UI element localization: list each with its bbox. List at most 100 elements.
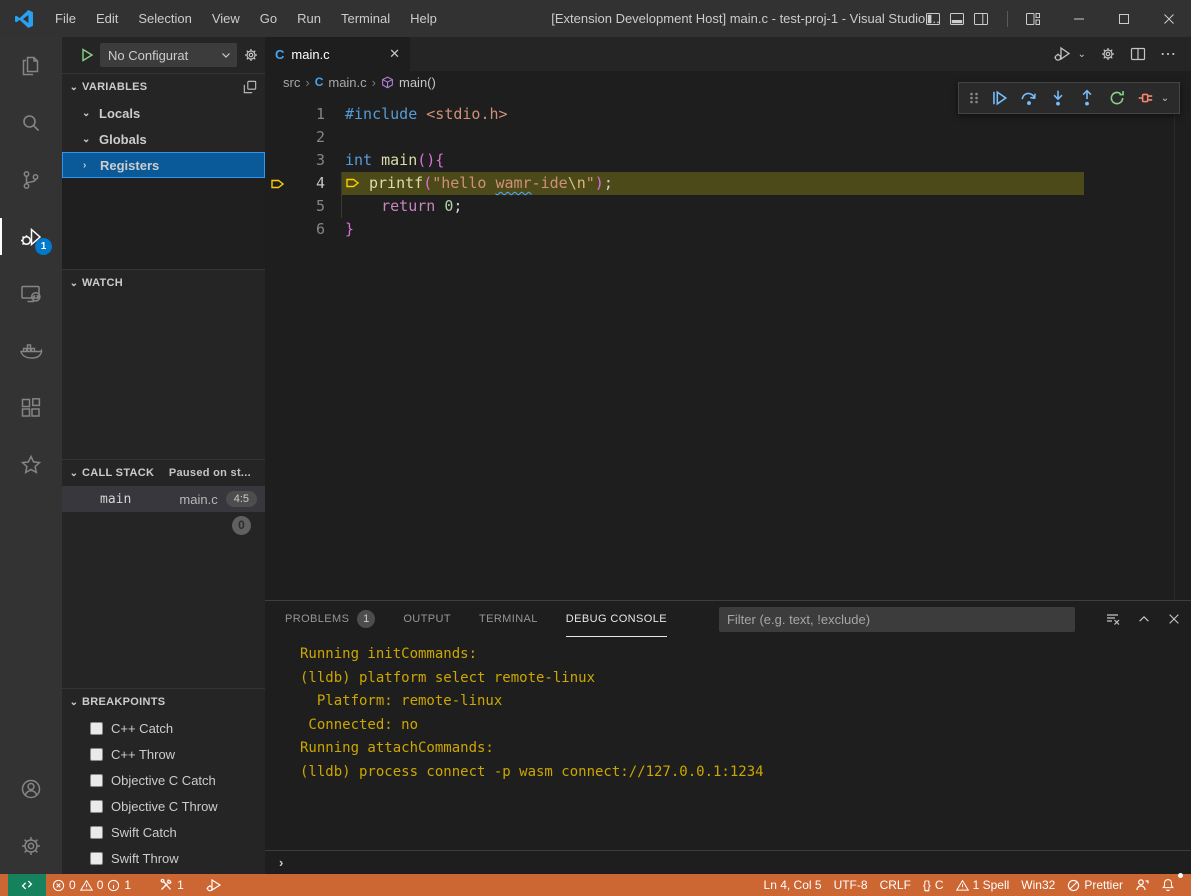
run-and-debug-icon[interactable]: 1 — [0, 208, 62, 265]
breakpoint-checkbox[interactable] — [90, 774, 103, 787]
menu-item[interactable]: Selection — [128, 0, 201, 37]
debug-console-output[interactable]: Running initCommands:(lldb) platform sel… — [265, 637, 1191, 850]
watch-header[interactable]: ⌄ WATCH — [62, 270, 265, 296]
breadcrumb-symbol[interactable]: main() — [399, 75, 436, 90]
toggle-panel-icon[interactable] — [949, 11, 965, 27]
toolchain-status[interactable]: 1 — [153, 874, 190, 896]
menu-item[interactable]: View — [202, 0, 250, 37]
start-debug-icon[interactable] — [80, 48, 94, 62]
variables-item-locals[interactable]: ⌄ Locals — [62, 100, 265, 126]
eol-indicator[interactable]: CRLF — [874, 874, 917, 896]
menu-item[interactable]: Help — [400, 0, 447, 37]
remote-explorer-icon[interactable] — [0, 265, 62, 322]
formatter-status[interactable]: Prettier — [1061, 874, 1129, 896]
minimize-button[interactable] — [1056, 0, 1101, 37]
step-out-icon[interactable] — [1078, 89, 1096, 107]
close-panel-icon[interactable] — [1167, 612, 1181, 626]
chevron-down-icon[interactable]: ⌄ — [1161, 93, 1169, 104]
tab-problems[interactable]: PROBLEMS 1 — [285, 601, 375, 637]
breakpoint-row[interactable]: Swift Catch — [62, 819, 265, 845]
tab-debug-console[interactable]: DEBUG CONSOLE — [566, 601, 667, 637]
tab-terminal[interactable]: TERMINAL — [479, 601, 538, 637]
code-editor[interactable]: 1#include <stdio.h>23int main(){4printf(… — [265, 93, 1191, 600]
variables-item-globals[interactable]: ⌄ Globals — [62, 126, 265, 152]
menu-item[interactable]: Go — [250, 0, 287, 37]
explorer-icon[interactable] — [0, 37, 62, 94]
source-control-icon[interactable] — [0, 151, 62, 208]
extensions-icon[interactable] — [0, 379, 62, 436]
breakpoint-row[interactable]: C++ Catch — [62, 715, 265, 741]
encoding-indicator[interactable]: UTF-8 — [828, 874, 874, 896]
toggle-sidebar-icon[interactable] — [925, 11, 941, 27]
paused-breakpoint-arrow-icon[interactable] — [265, 172, 291, 195]
code-line-4[interactable]: 4printf("hello wamr-ide\n"); — [265, 172, 1191, 195]
breakpoint-checkbox[interactable] — [90, 722, 103, 735]
glyph-margin[interactable] — [265, 218, 291, 241]
breakpoint-row[interactable]: Swift Throw — [62, 845, 265, 871]
code-line-6[interactable]: 6} — [265, 218, 1191, 241]
toolbar-grip-icon[interactable] — [969, 90, 979, 106]
notifications-bell-icon[interactable] — [1155, 874, 1181, 896]
settings-gear-icon[interactable] — [0, 817, 62, 874]
remote-indicator[interactable] — [8, 874, 46, 896]
overview-ruler[interactable] — [1174, 93, 1175, 600]
code-line-2[interactable]: 2 — [265, 126, 1191, 149]
glyph-margin[interactable] — [265, 149, 291, 172]
feedback-person-icon[interactable] — [1129, 874, 1155, 896]
problems-status[interactable]: 0 0 1 — [46, 874, 137, 896]
call-stack-header[interactable]: ⌄ CALL STACK Paused on st... — [62, 460, 265, 486]
star-icon[interactable] — [0, 436, 62, 493]
search-icon[interactable] — [0, 94, 62, 151]
console-filter-input[interactable] — [719, 607, 1075, 632]
toggle-secondary-sidebar-icon[interactable] — [973, 11, 989, 27]
run-or-debug-icon[interactable] — [1054, 46, 1072, 62]
close-tab-icon[interactable]: ✕ — [389, 46, 400, 62]
customize-layout-icon[interactable] — [1018, 0, 1048, 37]
maximize-button[interactable] — [1101, 0, 1146, 37]
variables-item-registers[interactable]: › Registers — [62, 152, 265, 178]
breakpoint-checkbox[interactable] — [90, 748, 103, 761]
cursor-position[interactable]: Ln 4, Col 5 — [758, 874, 828, 896]
disconnect-icon[interactable] — [1137, 89, 1155, 107]
copy-icon[interactable] — [243, 80, 257, 94]
debug-console-input[interactable]: › — [265, 850, 1191, 874]
gear-icon[interactable] — [1100, 46, 1116, 62]
menu-item[interactable]: Edit — [86, 0, 128, 37]
maximize-panel-icon[interactable] — [1137, 612, 1151, 626]
tab-output[interactable]: OUTPUT — [403, 601, 451, 637]
breakpoint-row[interactable]: Objective C Catch — [62, 767, 265, 793]
step-over-icon[interactable] — [1020, 89, 1038, 107]
platform-indicator[interactable]: Win32 — [1015, 874, 1061, 896]
more-actions-icon[interactable]: ⋯ — [1160, 44, 1177, 64]
breakpoint-checkbox[interactable] — [90, 826, 103, 839]
debug-status-icon[interactable] — [200, 874, 228, 896]
clear-console-icon[interactable] — [1105, 611, 1121, 627]
accounts-icon[interactable] — [0, 760, 62, 817]
variables-header[interactable]: ⌄ VARIABLES — [62, 74, 265, 100]
breakpoint-row[interactable]: Objective C Throw — [62, 793, 265, 819]
menu-item[interactable]: Run — [287, 0, 331, 37]
restart-icon[interactable] — [1108, 89, 1126, 107]
code-line-3[interactable]: 3int main(){ — [265, 149, 1191, 172]
glyph-margin[interactable] — [265, 195, 291, 218]
menu-item[interactable]: File — [45, 0, 86, 37]
breakpoint-checkbox[interactable] — [90, 852, 103, 865]
close-window-button[interactable] — [1146, 0, 1191, 37]
continue-icon[interactable] — [990, 89, 1008, 107]
glyph-margin[interactable] — [265, 126, 291, 149]
glyph-margin[interactable] — [265, 103, 291, 126]
code-line-5[interactable]: 5 return 0; — [265, 195, 1191, 218]
tab-main-c[interactable]: C main.c ✕ — [265, 37, 410, 71]
chevron-down-icon[interactable]: ⌄ — [1078, 49, 1086, 60]
breakpoint-row[interactable]: C++ Throw — [62, 741, 265, 767]
menu-item[interactable]: Terminal — [331, 0, 400, 37]
split-editor-icon[interactable] — [1130, 46, 1146, 62]
breakpoint-checkbox[interactable] — [90, 800, 103, 813]
spell-checker-status[interactable]: 1 Spell — [950, 874, 1016, 896]
breakpoints-header[interactable]: ⌄ BREAKPOINTS — [62, 689, 265, 715]
language-mode[interactable]: {̱} C — [917, 874, 950, 896]
breadcrumb-folder[interactable]: src — [283, 75, 300, 90]
step-into-icon[interactable] — [1049, 89, 1067, 107]
stack-frame-row[interactable]: main main.c 4:5 — [62, 486, 265, 512]
debug-config-dropdown[interactable]: No Configurat — [100, 43, 237, 67]
